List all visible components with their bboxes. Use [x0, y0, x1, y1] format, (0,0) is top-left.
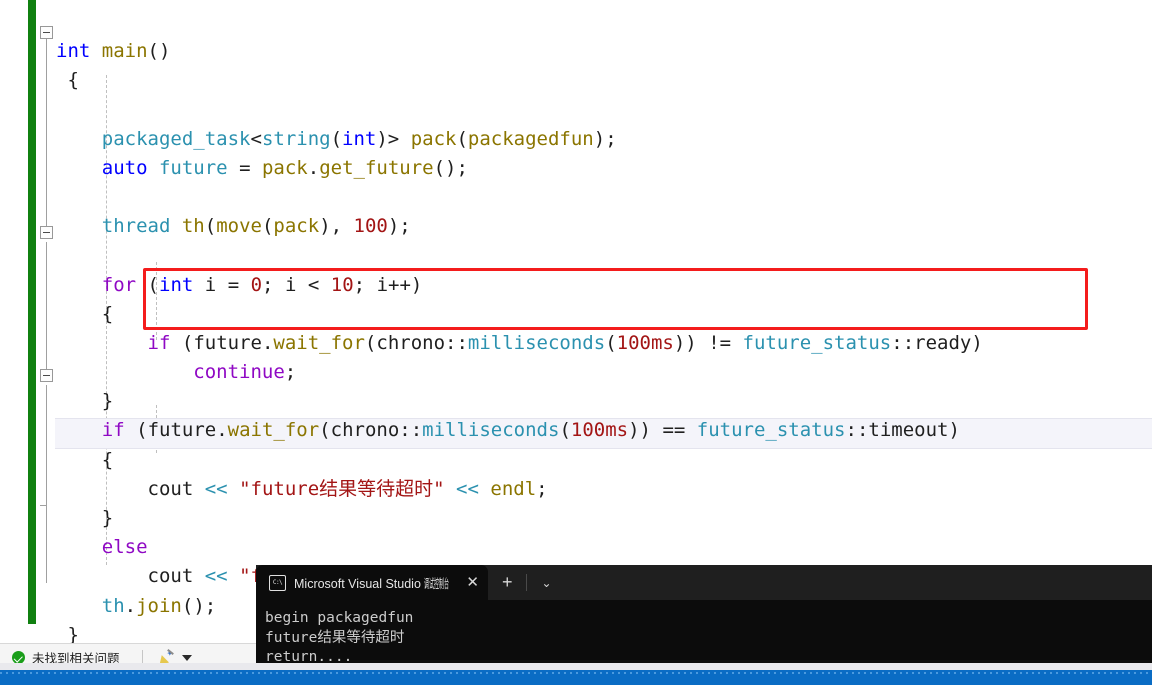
code-line: }: [101, 507, 114, 529]
code-line: {: [101, 448, 114, 471]
code-line: packaged_task<string(int)> pack(packaged…: [101, 127, 617, 150]
code-line: {: [67, 69, 79, 92]
status-bar-gap: [0, 663, 1152, 670]
code-line: if (future.wait_for(chrono::milliseconds…: [147, 331, 983, 354]
vs-status-bar: [0, 670, 1152, 685]
terminal-tab-active[interactable]: C:\ Microsoft Visual Studio 调试控制台 ✕: [256, 565, 488, 600]
code-line: thread th(move(pack), 100);: [101, 215, 411, 238]
code-line: {: [101, 302, 114, 325]
console-icon: C:\: [269, 574, 286, 591]
code-line: for (int i = 0; i < 10; i++): [101, 273, 423, 296]
code-line: int main(): [56, 40, 171, 62]
code-line: continue;: [193, 361, 297, 384]
new-terminal-button[interactable]: +: [488, 573, 527, 591]
terminal-line: begin packagedfun: [265, 610, 414, 626]
code-line: else: [101, 536, 148, 559]
code-line: if (future.wait_for(chrono::milliseconds…: [101, 419, 960, 442]
close-icon[interactable]: ✕: [466, 575, 479, 590]
terminal-output[interactable]: begin packagedfun future结果等待超时 return...…: [256, 600, 1152, 668]
code-editor[interactable]: int main() { packaged_task<string(int)> …: [0, 0, 1152, 643]
code-text[interactable]: int main() { packaged_task<string(int)> …: [0, 19, 1152, 643]
terminal-tab-strip: C:\ Microsoft Visual Studio 调试控制台 ✕ + ⌄: [256, 565, 1152, 600]
chevron-down-icon[interactable]: ⌄: [527, 576, 565, 590]
code-line: auto future = pack.get_future();: [101, 156, 468, 179]
terminal-tab-title: Microsoft Visual Studio 调试控制台: [294, 573, 454, 592]
terminal-line: future结果等待超时: [265, 629, 405, 646]
visual-studio-window: int main() { packaged_task<string(int)> …: [0, 0, 1152, 685]
terminal-tab-title-cjk: 调试控制台: [424, 577, 450, 591]
code-line: }: [101, 390, 114, 413]
cleanup-dropdown-caret[interactable]: [181, 654, 192, 661]
code-line: cout << "future结果等待超时" << endl;: [147, 477, 548, 500]
